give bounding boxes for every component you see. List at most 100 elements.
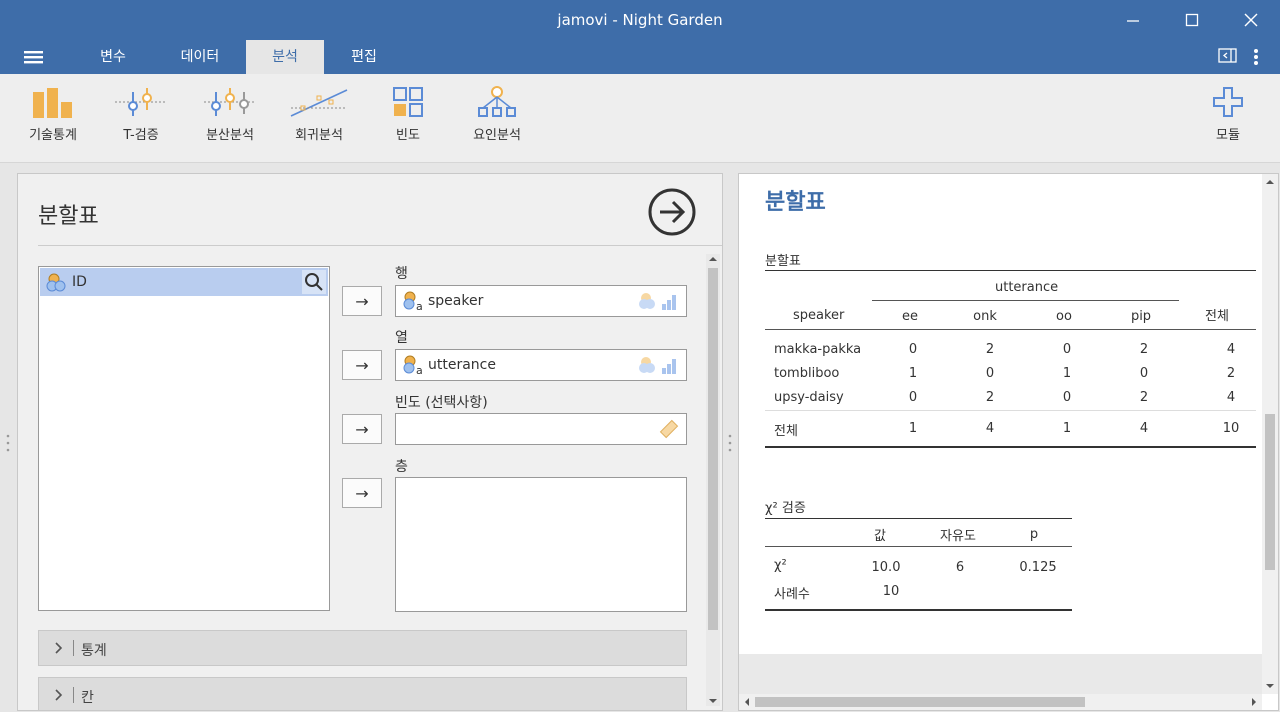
column-group-rule xyxy=(872,300,1179,301)
cell-value: 2 xyxy=(985,342,995,357)
search-icon xyxy=(305,273,323,291)
statistics-section-label: 통계 xyxy=(81,643,107,659)
hamburger-menu-button[interactable] xyxy=(24,49,50,67)
arrow-right-icon: → xyxy=(355,355,369,375)
move-to-layers-button[interactable]: → xyxy=(342,478,382,508)
ribbon-factor-button[interactable]: 요인분석 xyxy=(466,86,528,143)
scroll-up-icon xyxy=(709,257,717,261)
ribbon-frequencies-button[interactable]: 빈도 xyxy=(384,86,432,143)
ruler-icon xyxy=(659,419,679,439)
ribbon-regression-label: 회귀분석 xyxy=(295,128,343,143)
column-group-header: utterance xyxy=(995,280,1059,295)
nominal-text-variable-icon: a xyxy=(403,355,423,375)
cell-value: 1 xyxy=(908,366,918,381)
totals-row-label: 전체 xyxy=(774,424,798,439)
cell-value: 0 xyxy=(908,390,918,405)
bar-chart-icon xyxy=(33,88,72,118)
results-vertical-scrollbar[interactable] xyxy=(1262,174,1278,694)
tab-edit[interactable]: 편집 xyxy=(334,40,394,74)
ribbon-anova-button[interactable]: 분산분석 xyxy=(200,86,260,143)
cells-section-header[interactable]: 칸 xyxy=(38,677,687,710)
grip-icon xyxy=(728,434,732,452)
row-label: makka-pakka xyxy=(774,342,862,357)
search-button[interactable] xyxy=(302,270,326,294)
row-total: 4 xyxy=(1226,342,1236,357)
results-mode-button[interactable] xyxy=(1218,48,1240,66)
table-top-rule xyxy=(765,270,1256,271)
ribbon-modules-button[interactable]: 모듈 xyxy=(1206,86,1250,143)
ribbon-frequencies-label: 빈도 xyxy=(396,128,420,143)
results-horizontal-scrollbar[interactable] xyxy=(739,694,1262,710)
section-divider xyxy=(73,687,74,703)
row-label: χ² xyxy=(774,558,787,573)
chi-df: 6 xyxy=(955,560,965,575)
available-variables-list[interactable]: ID xyxy=(38,266,330,611)
counts-label: 빈도 (선택사항) xyxy=(395,395,488,411)
cell-value: 0 xyxy=(1062,342,1072,357)
cell-value: 1 xyxy=(908,421,918,436)
move-to-rows-button[interactable]: → xyxy=(342,286,382,316)
tab-variables[interactable]: 변수 xyxy=(84,40,142,74)
ribbon-descriptives-button[interactable]: 기술통계 xyxy=(22,86,84,143)
tab-data[interactable]: 데이터 xyxy=(164,40,236,74)
options-title: 분할표 xyxy=(38,204,99,229)
frequencies-icon xyxy=(393,87,423,117)
panel-splitter[interactable] xyxy=(724,175,736,709)
ribbon-regression-button[interactable]: 회귀분석 xyxy=(288,86,350,143)
results-hscroll-thumb[interactable] xyxy=(755,697,1085,707)
tab-analyses[interactable]: 분석 xyxy=(246,40,324,74)
table-bottom-rule xyxy=(765,446,1256,448)
results-panel: 분할표 분할표 utterance speaker ee onk oo pip … xyxy=(738,173,1279,711)
results-scroll-thumb[interactable] xyxy=(1265,414,1275,570)
anova-icon xyxy=(204,88,256,116)
move-to-counts-button[interactable]: → xyxy=(342,414,382,444)
chi-square-table-title: χ² 검증 xyxy=(765,501,806,516)
plus-icon xyxy=(1213,87,1243,117)
analysis-ribbon: 기술통계 T-검증 분산분석 회귀분석 빈도 요인분석 모듈 xyxy=(0,74,1280,163)
chi-value: 10 xyxy=(882,584,900,599)
columns-field[interactable]: a utterance xyxy=(395,349,687,381)
column-header: pip xyxy=(1130,309,1152,324)
counts-field[interactable] xyxy=(395,413,687,445)
hamburger-icon xyxy=(24,51,43,64)
rows-field[interactable]: a speaker xyxy=(395,285,687,317)
statistics-section-header[interactable]: 통계 xyxy=(38,630,687,666)
layers-label: 층 xyxy=(395,459,408,475)
regression-icon xyxy=(290,89,348,117)
options-scrollbar[interactable] xyxy=(706,254,720,706)
section-divider xyxy=(73,640,74,656)
ribbon-ttest-button[interactable]: T-검증 xyxy=(112,86,170,143)
t-test-icon xyxy=(115,88,167,116)
layers-field[interactable] xyxy=(395,477,687,612)
maximize-button[interactable] xyxy=(1163,0,1221,40)
arrow-right-icon: → xyxy=(355,291,369,311)
totals-rule xyxy=(765,410,1256,411)
row-total: 4 xyxy=(1226,390,1236,405)
ribbon-factor-label: 요인분석 xyxy=(473,128,521,143)
scroll-down-icon xyxy=(1266,684,1274,688)
column-header: ee xyxy=(902,309,918,324)
chi-table-top-rule xyxy=(765,518,1072,519)
options-divider xyxy=(38,245,722,246)
grand-total: 10 xyxy=(1222,421,1240,436)
minimize-button[interactable] xyxy=(1104,0,1162,40)
scroll-right-icon xyxy=(1252,698,1256,706)
arrow-circle-right-icon xyxy=(648,188,696,236)
variable-item[interactable]: ID xyxy=(40,268,328,296)
scroll-left-icon xyxy=(745,698,749,706)
left-edge-handle[interactable] xyxy=(2,175,14,709)
kebab-icon xyxy=(1254,49,1258,65)
move-to-columns-button[interactable]: → xyxy=(342,350,382,380)
options-scroll-thumb[interactable] xyxy=(708,268,718,630)
chi-column-header: 자유도 xyxy=(940,529,976,544)
variable-name: ID xyxy=(72,274,87,290)
cell-value: 2 xyxy=(985,390,995,405)
close-button[interactable] xyxy=(1222,0,1280,40)
run-analysis-button[interactable] xyxy=(648,188,696,236)
measure-type-icon xyxy=(639,357,676,374)
nominal-text-variable-icon: a xyxy=(403,291,423,311)
cell-value: 0 xyxy=(1139,366,1149,381)
rows-value: speaker xyxy=(428,293,484,309)
more-options-button[interactable] xyxy=(1252,48,1264,66)
cell-value: 2 xyxy=(1139,342,1149,357)
